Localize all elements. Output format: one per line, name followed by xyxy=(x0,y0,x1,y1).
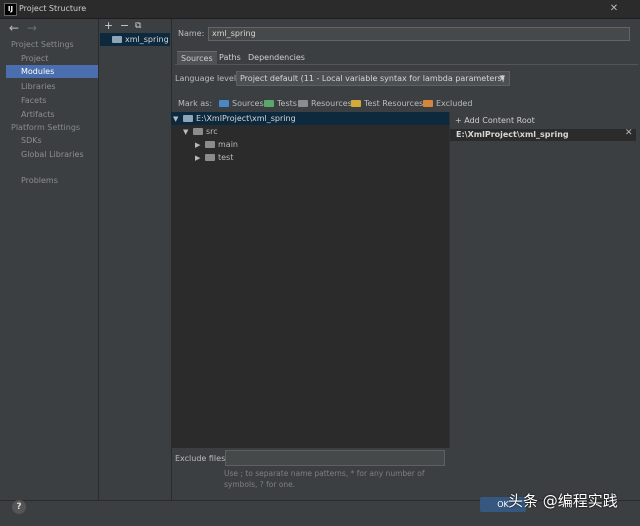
add-content-root-button[interactable]: + Add Content Root xyxy=(455,116,535,125)
module-name: xml_spring xyxy=(125,35,169,44)
tree-root-label: E:\XmlProject\xml_spring xyxy=(196,114,296,123)
help-button[interactable]: ? xyxy=(12,500,26,514)
module-list-panel xyxy=(99,19,172,500)
watermark-text: 头条 @编程实践 xyxy=(508,492,618,510)
tab-dependencies[interactable]: Dependencies xyxy=(244,51,309,64)
tab-divider xyxy=(175,64,638,65)
tree-src-label: src xyxy=(206,127,218,136)
tree-test-row[interactable]: ▶ test xyxy=(171,151,449,164)
remove-module-button[interactable]: − xyxy=(120,19,129,32)
add-module-button[interactable]: + xyxy=(104,19,113,32)
folder-icon xyxy=(205,141,215,148)
tree-main-label: main xyxy=(218,140,238,149)
mark-as-excluded-label: Excluded xyxy=(436,99,473,108)
sidebar-item-problems[interactable]: Problems xyxy=(6,174,98,187)
sidebar-item-modules[interactable]: Modules xyxy=(6,65,98,78)
sidebar-item-libraries[interactable]: Libraries xyxy=(6,80,98,93)
source-folder-tree: ▼ E:\XmlProject\xml_spring ▼ src ▶ main ▶ te… xyxy=(171,112,450,448)
content-root-path: E:\XmlProject\xml_spring xyxy=(456,130,569,139)
forward-arrow-icon[interactable]: → xyxy=(27,21,37,35)
language-level-label: Language level: xyxy=(175,74,239,83)
mark-as-label: Mark as: xyxy=(178,99,213,108)
expand-triangle-icon[interactable]: ▼ xyxy=(173,113,183,126)
intellij-logo-icon: IJ xyxy=(4,3,17,16)
collapsed-triangle-icon[interactable]: ▶ xyxy=(195,152,205,165)
tree-root-row[interactable]: ▼ E:\XmlProject\xml_spring xyxy=(171,112,449,125)
module-item[interactable]: xml_spring xyxy=(100,33,170,46)
platform-settings-header: Platform Settings xyxy=(11,123,81,132)
mark-as-tests-button[interactable]: Tests xyxy=(264,99,297,108)
excluded-folder-icon xyxy=(423,100,433,107)
tab-sources[interactable]: Sources xyxy=(177,51,217,65)
copy-icon[interactable]: ⧉ xyxy=(135,21,141,31)
mark-as-tests-label: Tests xyxy=(277,99,297,108)
tree-test-label: test xyxy=(218,153,234,162)
remove-content-root-icon[interactable]: ✕ xyxy=(625,128,633,138)
content-roots-panel xyxy=(450,112,638,500)
chevron-down-icon: ▼ xyxy=(499,74,505,82)
sidebar-item-sdks[interactable]: SDKs xyxy=(6,134,98,147)
exclude-files-input[interactable] xyxy=(225,450,445,466)
folder-icon xyxy=(193,128,203,135)
mark-as-test-resources-button[interactable]: Test Resources xyxy=(351,99,423,108)
module-folder-icon xyxy=(112,36,122,43)
project-settings-header: Project Settings xyxy=(11,40,74,49)
mark-as-test-resources-label: Test Resources xyxy=(364,99,424,108)
resources-folder-icon xyxy=(298,100,308,107)
sidebar-item-facets[interactable]: Facets xyxy=(6,94,98,107)
sidebar-item-global-libraries[interactable]: Global Libraries xyxy=(6,148,98,161)
mark-as-excluded-button[interactable]: Excluded xyxy=(423,99,472,108)
mark-as-sources-button[interactable]: Sources xyxy=(219,99,264,108)
exclude-files-hint: Use ; to separate name patterns, * for a… xyxy=(224,469,425,489)
tree-main-row[interactable]: ▶ main xyxy=(171,138,449,151)
tests-folder-icon xyxy=(264,100,274,107)
sidebar-item-artifacts[interactable]: Artifacts xyxy=(6,108,98,121)
expand-triangle-icon[interactable]: ▼ xyxy=(183,126,193,139)
sources-folder-icon xyxy=(219,100,229,107)
back-arrow-icon[interactable]: ← xyxy=(9,21,19,35)
name-label: Name: xyxy=(178,29,205,38)
window-title: Project Structure xyxy=(19,4,87,13)
sidebar-item-project[interactable]: Project xyxy=(6,52,98,65)
mark-as-resources-button[interactable]: Resources xyxy=(298,99,352,108)
tree-src-row[interactable]: ▼ src xyxy=(171,125,449,138)
folder-icon xyxy=(183,115,193,122)
folder-icon xyxy=(205,154,215,161)
language-level-value: Project default (11 - Local variable syn… xyxy=(240,74,505,83)
mark-as-resources-label: Resources xyxy=(311,99,352,108)
title-bar xyxy=(0,0,640,19)
module-name-input[interactable]: xml_spring xyxy=(208,27,630,41)
language-level-dropdown[interactable]: Project default (11 - Local variable syn… xyxy=(236,71,510,86)
exclude-files-label: Exclude files: xyxy=(175,454,228,463)
mark-as-sources-label: Sources xyxy=(232,99,264,108)
window-close-button[interactable]: ✕ xyxy=(608,3,620,15)
test-resources-folder-icon xyxy=(351,100,361,107)
tab-paths[interactable]: Paths xyxy=(215,51,245,64)
